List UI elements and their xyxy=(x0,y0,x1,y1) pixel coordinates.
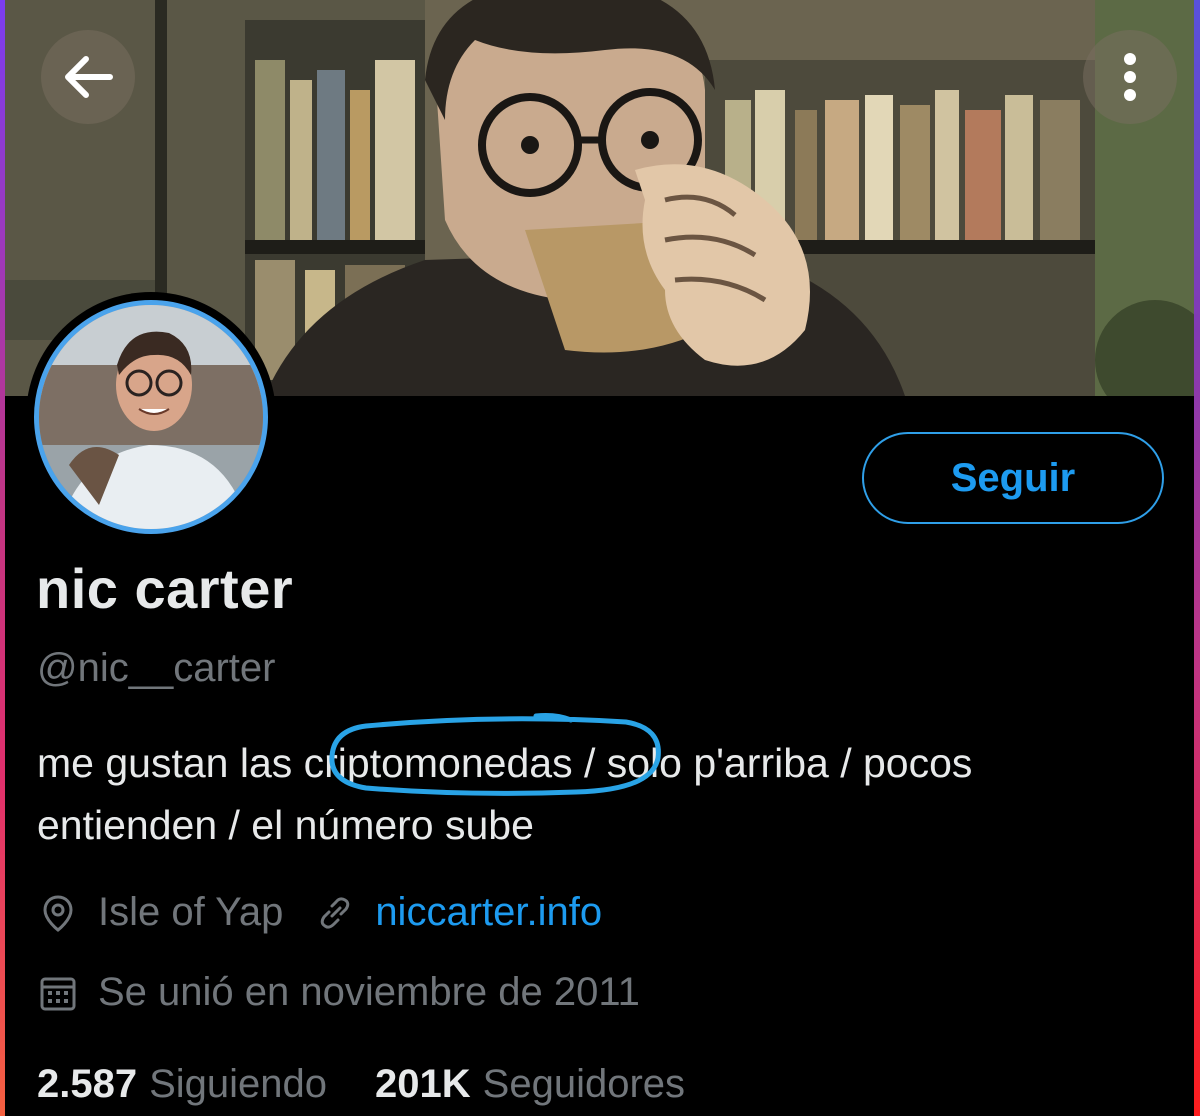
right-gradient-edge xyxy=(1194,0,1200,1116)
profile-meta-location-row: Isle of Yap niccarter.info xyxy=(38,890,602,935)
bio-text-before: me gustan las xyxy=(37,740,304,786)
profile-display-name: nic carter xyxy=(36,557,294,620)
follow-button[interactable]: Seguir xyxy=(862,432,1164,524)
profile-handle: @nic__carter xyxy=(37,646,276,690)
profile-stats: 2.587 Siguiendo 201K Seguidores xyxy=(37,1062,685,1107)
bio-highlighted-word: criptomonedas xyxy=(303,740,573,786)
following-stat[interactable]: 2.587 Siguiendo xyxy=(37,1062,327,1107)
more-options-button[interactable] xyxy=(1083,30,1177,124)
back-button[interactable] xyxy=(41,30,135,124)
avatar[interactable] xyxy=(26,292,276,542)
profile-website-link[interactable]: niccarter.info xyxy=(375,890,602,935)
profile-screen: Seguir nic carter @nic__carter me gustan… xyxy=(0,0,1200,1116)
profile-location: Isle of Yap xyxy=(98,890,284,934)
more-vertical-icon xyxy=(1124,53,1136,101)
profile-bio: me gustan las criptomonedas / solo p'arr… xyxy=(37,732,1157,856)
avatar-photo xyxy=(34,300,268,534)
followers-stat[interactable]: 201K Seguidores xyxy=(375,1062,685,1107)
left-gradient-edge xyxy=(0,0,5,1116)
arrow-left-icon xyxy=(65,56,113,98)
calendar-icon xyxy=(40,977,76,1010)
location-pin-icon xyxy=(43,894,73,932)
link-icon xyxy=(321,896,350,929)
profile-meta-joined-row: Se unió en noviembre de 2011 xyxy=(38,970,640,1015)
followers-count: 201K xyxy=(375,1062,471,1106)
profile-joined-date: Se unió en noviembre de 2011 xyxy=(98,970,640,1014)
following-count: 2.587 xyxy=(37,1062,138,1106)
followers-label: Seguidores xyxy=(482,1062,686,1106)
following-label: Siguiendo xyxy=(149,1062,328,1106)
